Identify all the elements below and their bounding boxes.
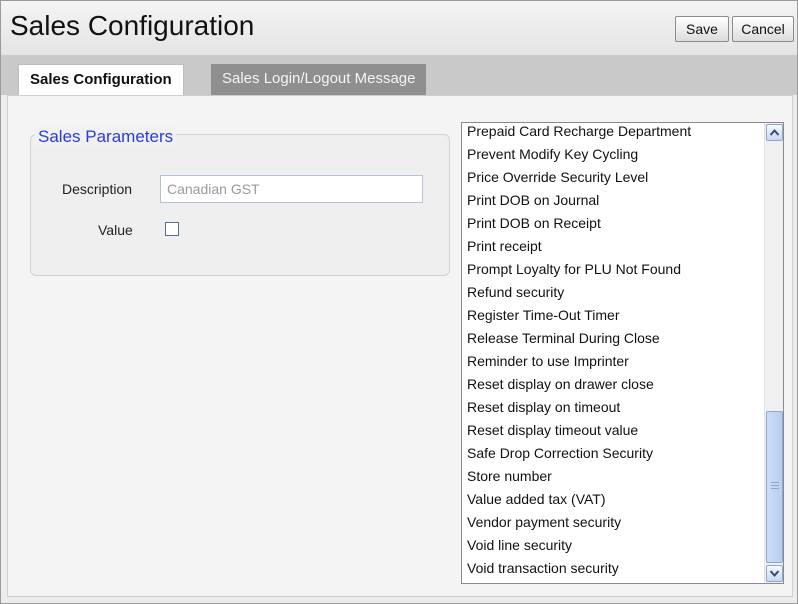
save-button[interactable]: Save [675, 16, 729, 42]
scroll-down-button[interactable] [766, 565, 783, 582]
list-item[interactable]: Reset display on drawer close [467, 373, 654, 396]
sales-configuration-window: Sales Configuration Save Cancel Sales Co… [0, 0, 798, 604]
list-item[interactable]: Void transaction security [467, 557, 619, 580]
tab-content: Sales Parameters Description Value Prepa… [7, 95, 793, 597]
parameter-listbox[interactable]: Prepaid Card Recharge Department Prevent … [461, 122, 784, 584]
page-title: Sales Configuration [10, 10, 255, 41]
scroll-up-button[interactable] [766, 124, 783, 141]
value-checkbox[interactable] [165, 222, 179, 236]
description-label: Description [62, 181, 133, 197]
list-item[interactable]: Print DOB on Journal [467, 189, 599, 212]
description-field[interactable] [160, 175, 423, 203]
list-item[interactable]: Reminder to use Imprinter [467, 350, 629, 373]
list-item[interactable]: Reset display on timeout [467, 396, 620, 419]
sales-parameters-legend: Sales Parameters [35, 127, 177, 147]
value-label: Value [98, 222, 133, 238]
grip-line [771, 488, 779, 489]
grip-line [771, 485, 779, 486]
chevron-down-icon [769, 570, 780, 578]
list-item[interactable]: Prompt Loyalty for PLU Not Found [467, 258, 681, 281]
list-item[interactable]: Price Override Security Level [467, 166, 648, 189]
listbox-scrollbar[interactable] [764, 123, 783, 583]
list-item[interactable]: Print DOB on Receipt [467, 212, 601, 235]
list-item[interactable]: Prevent Modify Key Cycling [467, 143, 638, 166]
list-item[interactable]: Void line security [467, 534, 572, 557]
grip-line [771, 482, 779, 483]
sales-parameters-fieldset: Sales Parameters Description Value [30, 127, 450, 276]
list-item[interactable]: Refund security [467, 281, 564, 304]
header-bar: Sales Configuration Save Cancel [1, 1, 797, 55]
tab-sales-configuration[interactable]: Sales Configuration [18, 64, 184, 95]
cancel-button[interactable]: Cancel [732, 16, 794, 42]
list-item[interactable]: Release Terminal During Close [467, 327, 660, 350]
list-item[interactable]: Reset display timeout value [467, 419, 638, 442]
tab-strip: Sales Configuration Sales Login/Logout M… [1, 55, 797, 95]
list-item[interactable]: Safe Drop Correction Security [467, 442, 653, 465]
list-item[interactable]: Prepaid Card Recharge Department [467, 123, 691, 143]
list-item[interactable]: Print receipt [467, 235, 542, 258]
tab-sales-login-logout-message[interactable]: Sales Login/Logout Message [211, 64, 427, 95]
scroll-thumb[interactable] [766, 411, 783, 563]
list-item[interactable]: Vendor payment security [467, 511, 621, 534]
list-item[interactable]: Value added tax (VAT) [467, 488, 606, 511]
list-item[interactable]: Store number [467, 465, 552, 488]
list-item[interactable]: Register Time-Out Timer [467, 304, 619, 327]
chevron-up-icon [769, 128, 780, 136]
